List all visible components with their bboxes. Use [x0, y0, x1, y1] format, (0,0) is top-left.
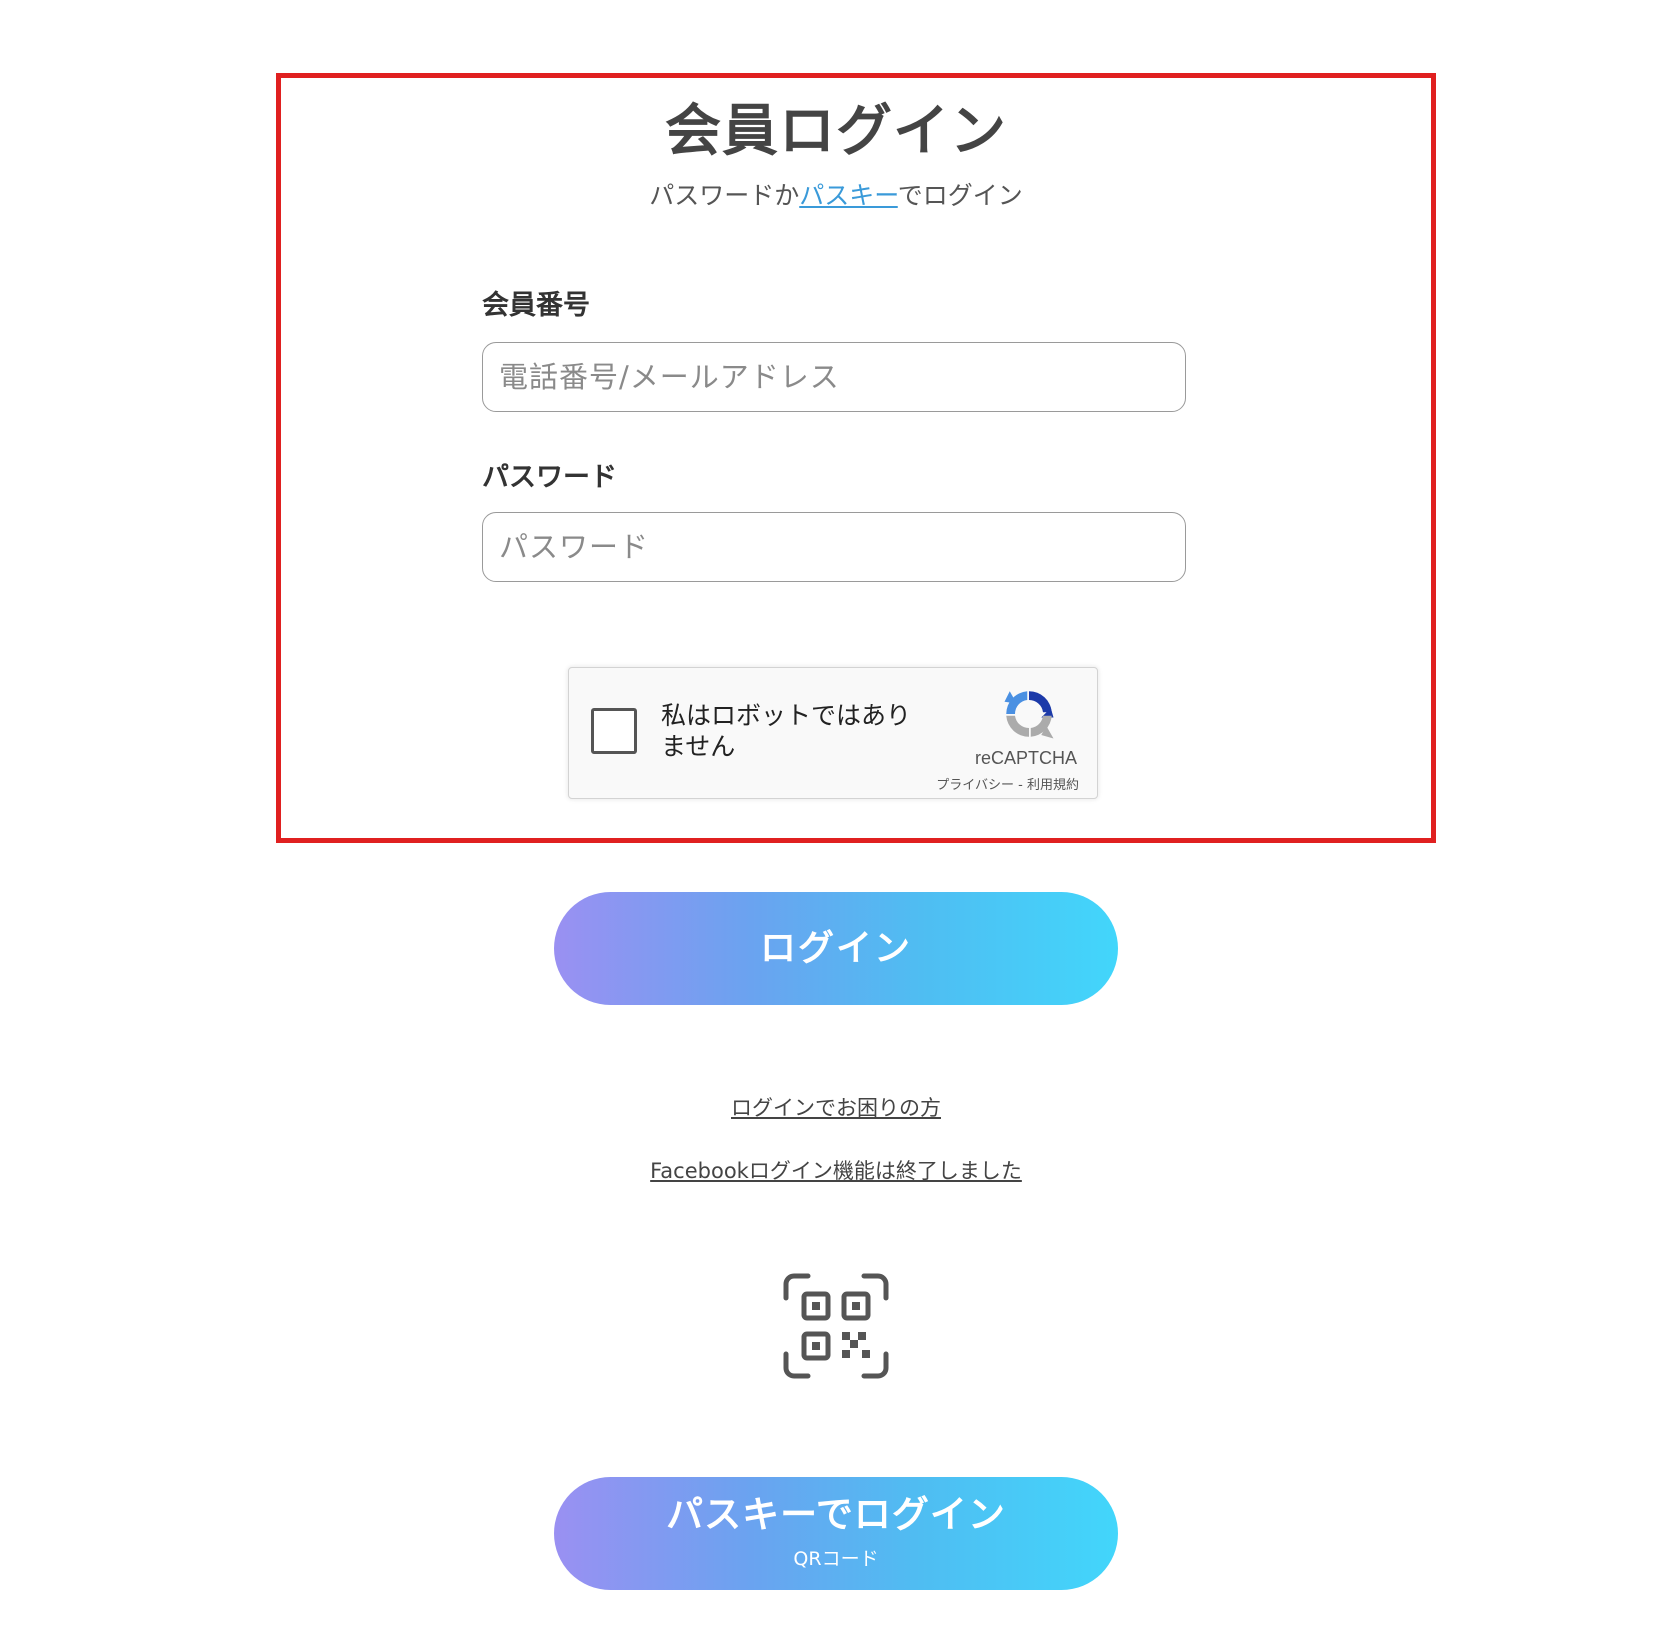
- passkey-login-button[interactable]: パスキーでログイン QRコード: [554, 1477, 1118, 1590]
- recaptcha-widget: 私はロボットではありません reCAPTCHA プライバシー - 利用規約: [568, 667, 1098, 799]
- facebook-notice-link[interactable]: Facebookログイン機能は終了しました: [650, 1159, 1022, 1183]
- page-subtitle: パスワードかパスキーでログイン: [0, 178, 1672, 214]
- recaptcha-logo-icon: [1004, 691, 1054, 739]
- recaptcha-privacy-link[interactable]: プライバシー: [936, 778, 1014, 793]
- trouble-link-row: ログインでお困りの方: [0, 1093, 1672, 1123]
- recaptcha-terms: プライバシー - 利用規約: [936, 774, 1079, 793]
- login-button[interactable]: ログイン: [554, 892, 1118, 1005]
- recaptcha-brand: reCAPTCHA: [974, 748, 1077, 768]
- facebook-link-row: Facebookログイン機能は終了しました: [0, 1156, 1672, 1186]
- qr-code-scan-icon[interactable]: [782, 1272, 890, 1380]
- subtitle-suffix: でログイン: [897, 181, 1023, 210]
- member-id-label: 会員番号: [482, 290, 590, 321]
- trouble-link[interactable]: ログインでお困りの方: [731, 1096, 941, 1120]
- passkey-link[interactable]: パスキー: [799, 181, 898, 210]
- password-label: パスワード: [482, 462, 617, 493]
- password-input[interactable]: [482, 512, 1186, 582]
- recaptcha-checkbox-label: 私はロボットではありません: [661, 701, 912, 761]
- recaptcha-terms-link[interactable]: 利用規約: [1027, 778, 1079, 793]
- passkey-qr-sublabel: QRコード: [793, 1548, 879, 1570]
- subtitle-prefix: パスワードか: [649, 181, 800, 210]
- recaptcha-checkbox[interactable]: [591, 708, 637, 754]
- recaptcha-separator: -: [1014, 778, 1027, 793]
- passkey-login-label: パスキーでログイン: [666, 1493, 1006, 1536]
- page-title: 会員ログイン: [665, 99, 1007, 164]
- member-id-input[interactable]: [482, 342, 1186, 412]
